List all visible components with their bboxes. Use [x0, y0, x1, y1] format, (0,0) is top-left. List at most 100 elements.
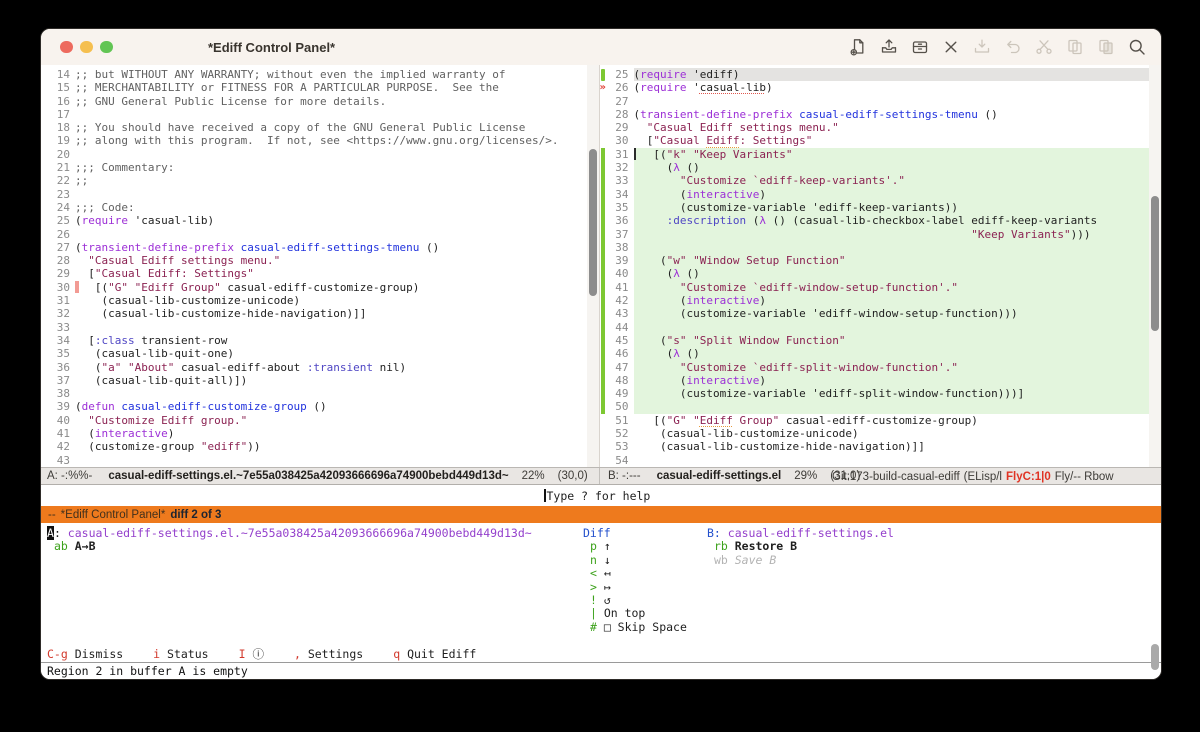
code-line[interactable]: 42 (interactive) — [600, 294, 1161, 308]
code-line[interactable]: 23 — [41, 188, 599, 201]
code-line[interactable]: 33 — [41, 321, 599, 334]
code-line[interactable]: 51 [("G" "Ediff Group" casual-ediff-cust… — [600, 414, 1162, 427]
code-token: require — [640, 68, 687, 81]
code-line[interactable]: » 26 (require 'casual-lib) — [600, 81, 1162, 94]
code-line[interactable]: 48 (interactive) — [600, 373, 1161, 388]
close-buffer-icon[interactable] — [941, 37, 961, 57]
open-file-icon[interactable] — [879, 37, 899, 57]
code-line[interactable]: 50 — [600, 400, 1161, 414]
code-line[interactable]: 34 [:class transient-row — [41, 334, 599, 347]
code-line[interactable]: 53 (casual-lib-customize-hide-navigation… — [600, 440, 1162, 453]
code-line[interactable]: 29 "Casual Ediff settings menu." — [600, 121, 1162, 134]
code-line[interactable]: 41 "Customize `ediff-window-setup-functi… — [600, 280, 1161, 295]
code-line-text: (require 'casual-lib) — [634, 81, 1162, 94]
code-line[interactable]: 47 "Customize `ediff-split-window-functi… — [600, 360, 1161, 374]
code-line[interactable]: 26 — [41, 228, 599, 241]
code-line[interactable]: 40 (λ () — [600, 267, 1161, 281]
code-line[interactable]: 45 ("s" "Split Window Function" — [600, 333, 1161, 348]
code-line[interactable]: 31 (casual-lib-customize-unicode) — [41, 294, 599, 307]
code-line[interactable]: 36 :description (λ () (casual-lib-checkb… — [600, 214, 1161, 228]
directory-icon[interactable] — [910, 37, 930, 57]
code-line[interactable]: 32 (casual-lib-customize-hide-navigation… — [41, 307, 599, 320]
code-line[interactable]: 29 ["Casual Ediff: Settings" — [41, 267, 599, 280]
code-line[interactable]: 39 (defun casual-ediff-customize-group () — [41, 400, 599, 413]
code-line[interactable]: 40 "Customize Ediff group." — [41, 414, 599, 427]
code-line[interactable]: 43 (customize-variable 'ediff-window-set… — [600, 307, 1161, 321]
code-line[interactable]: 34 (interactive) — [600, 187, 1161, 202]
code-line[interactable]: 43 — [41, 454, 599, 467]
undo-icon[interactable] — [1003, 37, 1023, 57]
code-line[interactable]: 52 (casual-lib-customize-unicode) — [600, 427, 1162, 440]
title-bar[interactable]: *Ediff Control Panel* — [41, 29, 1161, 66]
ediff-panel-mode-line[interactable]: -- *Ediff Control Panel* diff 2 of 3 — [41, 506, 1161, 523]
code-line[interactable]: 21 ;;; Commentary: — [41, 161, 599, 174]
line-number: 33 — [56, 320, 70, 334]
buffer-a-pane[interactable]: 14 ;; but WITHOUT ANY WARRANTY; without e… — [41, 65, 599, 467]
code-token: ;; but WITHOUT ANY WARRANTY; without eve… — [75, 68, 506, 81]
paste-icon[interactable] — [1096, 37, 1116, 57]
code-line[interactable]: 35 (casual-lib-quit-one) — [41, 347, 599, 360]
code-line[interactable]: 24 ;;; Code: — [41, 201, 599, 214]
code-line[interactable]: 49 (customize-variable 'ediff-split-wind… — [600, 387, 1161, 401]
zoom-window-button[interactable] — [100, 40, 113, 54]
code-line[interactable]: 25 (require 'ediff) — [600, 68, 1161, 82]
git-branch-indicator[interactable]: Git:173-build-casual-ediff — [832, 471, 960, 483]
code-line[interactable]: 18 ;; You should have received a copy of … — [41, 121, 599, 134]
minimize-window-button[interactable] — [80, 40, 93, 54]
code-line[interactable]: 42 (customize-group "ediff")) — [41, 440, 599, 453]
cut-icon[interactable] — [1034, 37, 1054, 57]
code-line[interactable]: 31 [("k" "Keep Variants" — [600, 147, 1161, 162]
buffer-b-scrollbar-track[interactable] — [1149, 65, 1161, 467]
mode-line-buffer-b[interactable]: B: -:--- casual-ediff-settings.el 29% (3… — [599, 468, 1161, 484]
close-window-button[interactable] — [60, 40, 73, 54]
code-line[interactable]: 14 ;; but WITHOUT ANY WARRANTY; without e… — [41, 68, 599, 81]
code-line[interactable]: 15 ;; MERCHANTABILITY or FITNESS FOR A PA… — [41, 81, 599, 94]
mode-line-buffer-a[interactable]: A: -:%%- casual-ediff-settings.el.~7e55a… — [41, 468, 599, 484]
copy-icon[interactable] — [1065, 37, 1085, 57]
code-line[interactable]: 41 (interactive) — [41, 427, 599, 440]
code-line[interactable]: 28 (transient-define-prefix casual-ediff-… — [600, 108, 1162, 121]
code-line[interactable]: 30 [("G" "Ediff Group" casual-ediff-cust… — [41, 280, 599, 294]
ediff-control-panel[interactable]: A: casual-ediff-settings.el.~7e55a038425… — [41, 523, 1161, 662]
code-line[interactable]: 44 — [600, 320, 1161, 335]
code-line[interactable]: 28 "Casual Ediff settings menu." — [41, 254, 599, 267]
code-line[interactable]: 33 "Customize `ediff-keep-variants'." — [600, 174, 1161, 188]
code-line-text: (interactive) — [633, 373, 1161, 388]
search-icon[interactable] — [1127, 37, 1147, 57]
save-icon[interactable] — [972, 37, 992, 57]
buffer-a-scrollbar-thumb[interactable] — [588, 149, 597, 296]
echo-area[interactable]: Type ? for help — [41, 485, 1161, 506]
code-line[interactable]: 27 — [600, 95, 1162, 108]
code-token: casual-ediff-settings-tmenu — [240, 240, 420, 254]
code-line[interactable]: 22;; — [41, 174, 599, 187]
code-line[interactable]: 37 (casual-lib-quit-all)]) — [41, 374, 599, 387]
minor-modes-indicator[interactable]: Fly/-- Rbow — [1055, 471, 1114, 483]
code-line[interactable]: 20 — [41, 148, 599, 161]
code-line[interactable]: 17 — [41, 108, 599, 121]
code-line[interactable]: 27 (transient-define-prefix casual-ediff-… — [41, 241, 599, 254]
buffer-a-scrollbar-track[interactable] — [586, 65, 599, 467]
major-mode-indicator[interactable]: (ELisp/l — [964, 471, 1002, 483]
buffer-b-scrollbar-thumb[interactable] — [1151, 196, 1159, 331]
code-line-text: ;; but WITHOUT ANY WARRANTY; without eve… — [75, 68, 599, 81]
code-line[interactable]: 38 — [600, 240, 1161, 255]
code-line[interactable]: 46 (λ () — [600, 347, 1161, 361]
fringe — [600, 267, 612, 281]
buffer-b-pane[interactable]: 25 (require 'ediff)» 26 (require 'casual-li… — [598, 65, 1162, 467]
code-line[interactable]: 39 ("w" "Window Setup Function" — [600, 254, 1161, 268]
code-line[interactable]: 36 ("a" "About" casual-ediff-about :tran… — [41, 361, 599, 374]
code-line[interactable]: 38 — [41, 387, 599, 400]
flycheck-indicator[interactable]: FlyC:1|0 — [1006, 471, 1051, 483]
code-token: "Customize `ediff-split-window-function'… — [679, 360, 959, 374]
code-line[interactable]: 32 (λ () — [600, 161, 1161, 175]
code-line[interactable]: 25 (require 'casual-lib) — [41, 214, 599, 227]
code-line[interactable]: 37 "Keep Variants"))) — [600, 227, 1161, 241]
code-line[interactable]: 19 ;; along with this program. If not, se… — [41, 134, 599, 147]
code-line[interactable]: 35 (customize-variable 'ediff-keep-varia… — [600, 200, 1161, 215]
code-line[interactable]: 54 — [600, 454, 1162, 467]
code-line[interactable]: 30 ["Casual Ediff: Settings" — [600, 134, 1162, 147]
new-file-icon[interactable] — [848, 37, 868, 57]
panel-scrollbar-thumb[interactable] — [1151, 644, 1159, 670]
code-line[interactable]: 16 ;; GNU General Public License for more… — [41, 95, 599, 108]
